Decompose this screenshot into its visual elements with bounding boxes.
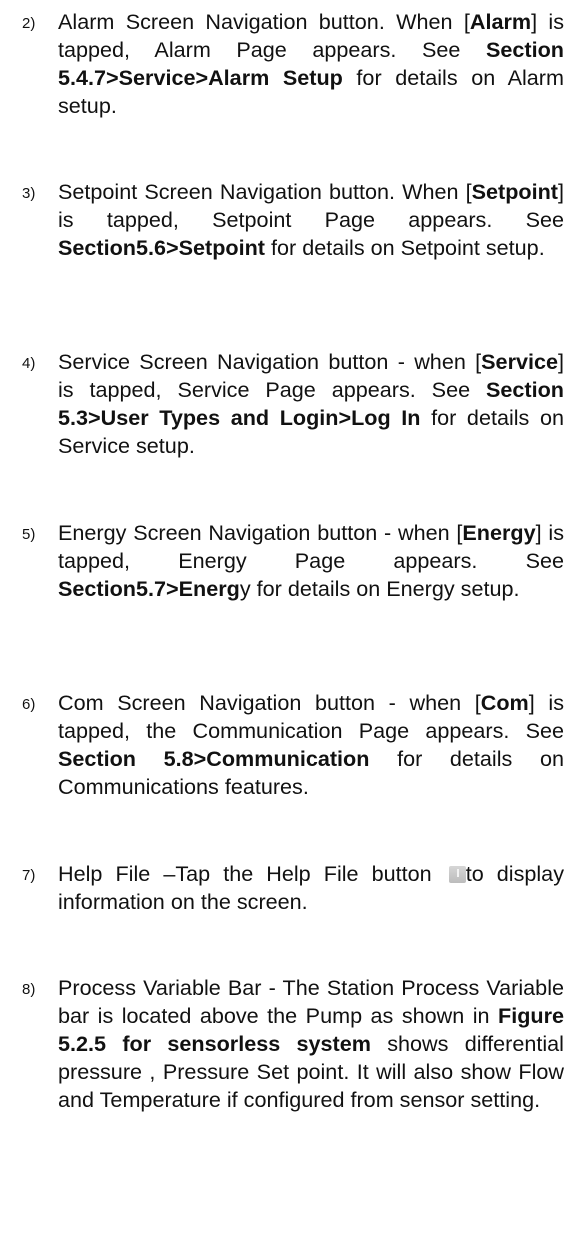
item-text: Com Screen Navigation button - when [Com… — [58, 690, 565, 799]
item-text: Help File –Tap the Help File button to d… — [58, 861, 564, 914]
item-text: Alarm Screen Navigation button. When [Al… — [58, 9, 564, 118]
item-number: 8) — [22, 981, 36, 998]
item-number: 2) — [22, 15, 36, 32]
item-text: Setpoint Screen Navigation button. When … — [58, 179, 564, 260]
item-number: 5) — [22, 526, 36, 543]
alarm-button-name: Alarm — [469, 9, 532, 34]
manual-page: 2) Alarm Screen Navigation button. When … — [0, 0, 585, 1234]
item-text: Service Screen Navigation button - when … — [58, 349, 564, 458]
item-number: 3) — [22, 185, 36, 202]
energy-button-name: Energy — [462, 520, 536, 545]
section-reference: Section5.6>Setpoint — [58, 235, 265, 260]
section-reference: Section5.7>Energ — [58, 576, 240, 601]
setpoint-button-name: Setpoint — [471, 179, 558, 204]
help-file-info-icon — [448, 866, 466, 883]
item-number: 6) — [22, 696, 36, 713]
com-button-name: Com — [480, 690, 529, 715]
item-number: 7) — [22, 867, 36, 884]
item-number: 4) — [22, 355, 36, 372]
item-text: Energy Screen Navigation button - when [… — [58, 520, 564, 601]
service-button-name: Service — [481, 349, 558, 374]
section-reference: Section 5.8>Communication — [58, 746, 370, 771]
item-text: Process Variable Bar - The Station Proce… — [58, 975, 564, 1112]
